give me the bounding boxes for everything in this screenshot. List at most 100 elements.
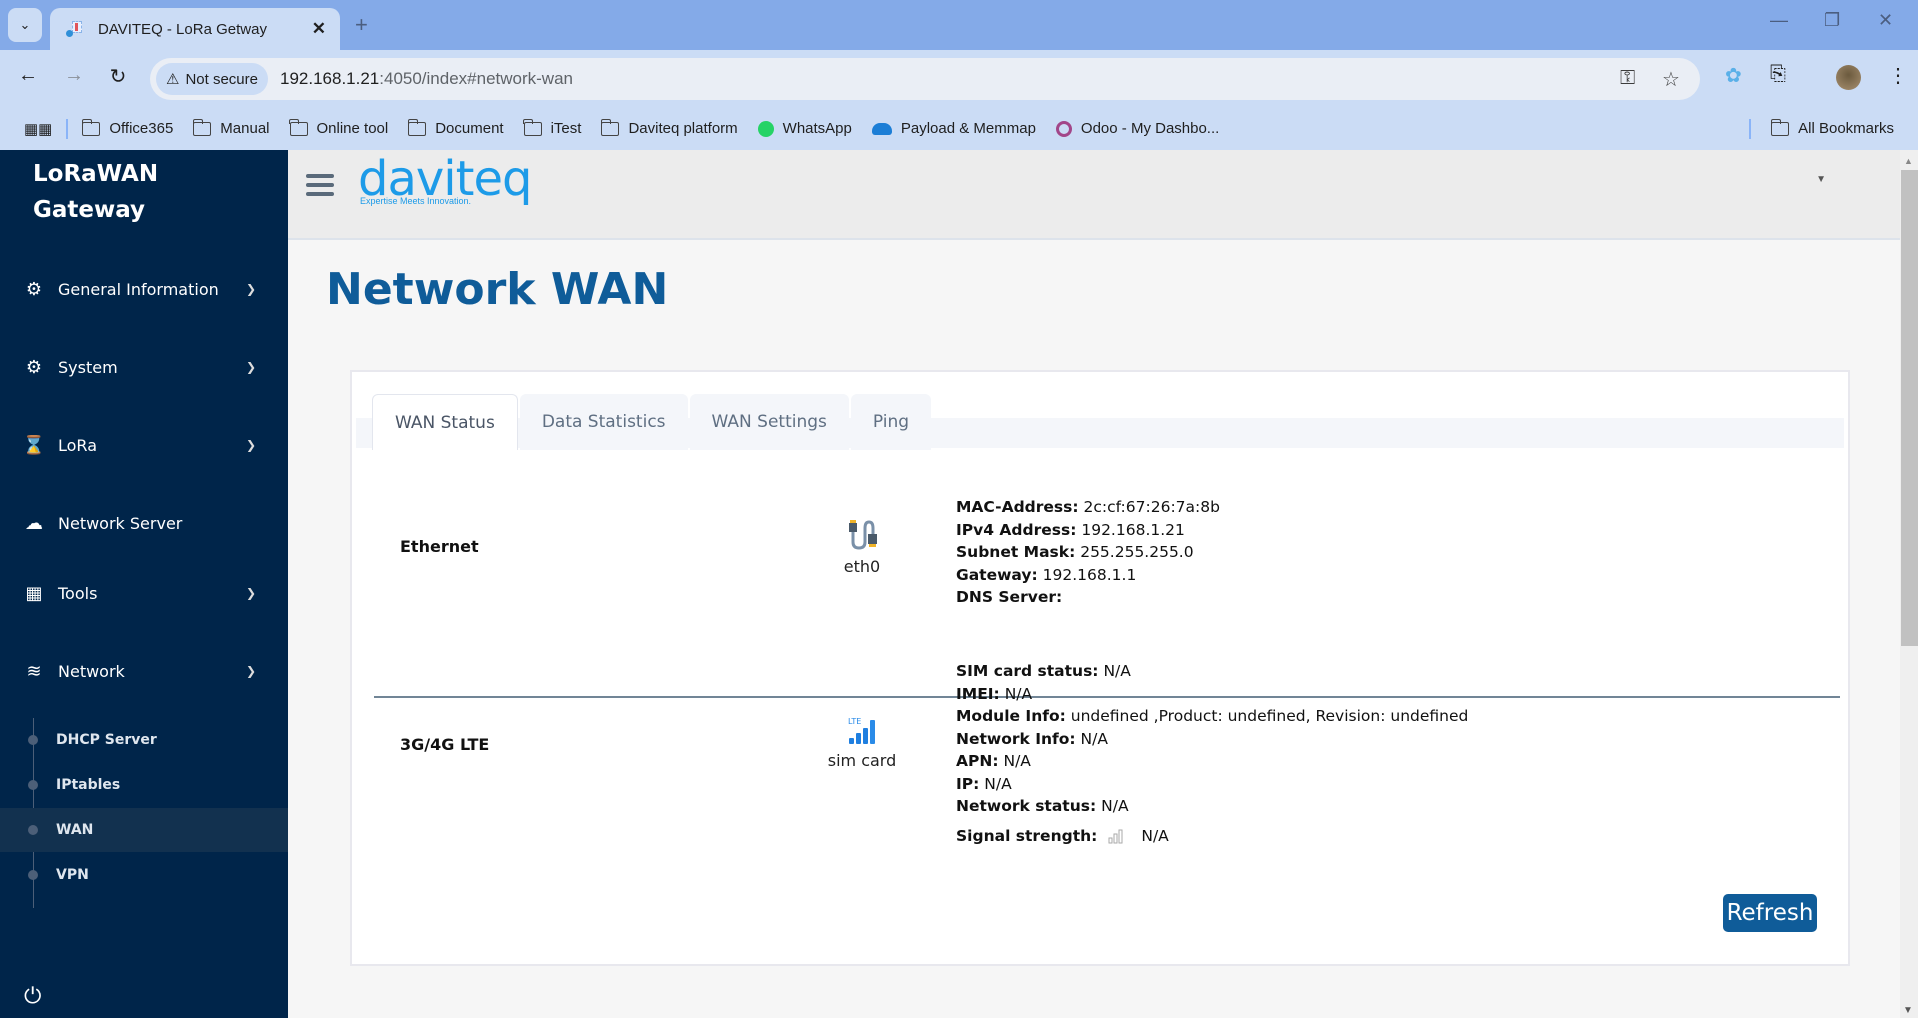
sidebar-item-label: Network	[58, 661, 125, 681]
signal-strength-icon	[1108, 829, 1123, 844]
info-value: 192.168.1.21	[1081, 520, 1185, 539]
profile-avatar[interactable]	[1836, 65, 1861, 90]
info-value: 2c:cf:67:26:7a:8b	[1083, 498, 1220, 516]
folder-icon	[407, 118, 427, 136]
all-bookmarks[interactable]: All Bookmarks	[1735, 118, 1894, 139]
info-value: N/A	[984, 774, 1012, 793]
top-header: daviteq Expertise Meets Innovation. ▼	[288, 150, 1900, 240]
info-key: Module Info:	[956, 707, 1066, 725]
tab-ping[interactable]: Ping	[850, 394, 932, 450]
cloud-network-icon: ☁	[25, 512, 43, 534]
wifi-icon: ≋	[26, 660, 42, 682]
tab-wan-status[interactable]: WAN Status	[372, 394, 518, 450]
sidebar-subitem-wan[interactable]: WAN	[0, 808, 288, 852]
chevron-down-icon: ❯	[245, 360, 257, 374]
sidebar-item-system[interactable]: ⚙ System ❯	[0, 347, 288, 387]
sidebar-item-lora[interactable]: ⌛ LoRa ❯	[0, 425, 288, 465]
info-key: Gateway:	[956, 565, 1038, 584]
folder-icon	[522, 118, 542, 136]
url-text[interactable]: 192.168.1.21:4050/index#network-wan	[280, 69, 573, 89]
sidebar-subitem-iptables[interactable]: IPtables	[0, 763, 288, 807]
sidebar-item-tools[interactable]: ▦ Tools ❯	[0, 573, 288, 613]
close-tab-icon[interactable]: ✕	[312, 19, 326, 39]
sidebar-subitem-dhcp-server[interactable]: DHCP Server	[0, 718, 288, 762]
password-key-icon[interactable]: ⚿	[1620, 67, 1635, 90]
info-value: N/A	[1141, 826, 1169, 845]
main-content: Network WAN WAN Status Data Statistics W…	[288, 242, 1900, 1018]
info-key: Network status:	[956, 797, 1097, 815]
info-row-network-status: Network status: N/A	[956, 795, 1468, 818]
hamburger-menu-icon[interactable]	[306, 174, 334, 201]
bookmark-online-tool[interactable]: Online tool	[288, 118, 388, 137]
bullet-dot	[28, 735, 38, 745]
bookmark-whatsapp[interactable]: WhatsApp	[757, 120, 852, 137]
tab-search-button[interactable]: ⌄	[8, 8, 42, 42]
info-key: APN:	[956, 752, 999, 770]
extension-elephant-icon[interactable]: ✿	[1725, 63, 1742, 88]
bookmark-daviteq-platform[interactable]: Daviteq platform	[600, 118, 738, 137]
folder-icon	[288, 118, 308, 136]
bookmark-odoo[interactable]: Odoo - My Dashbo...	[1055, 120, 1219, 137]
extensions-puzzle-icon[interactable]: ⎘	[1770, 63, 1786, 86]
page-scrollbar[interactable]: ▲ ▼	[1900, 150, 1918, 1018]
info-key: DNS Server:	[956, 588, 1063, 606]
browser-chrome: ⌄ DAVITEQ - LoRa Getway ✕ + — ❐ ✕ ← → ↻ …	[0, 0, 1918, 150]
address-bar[interactable]: ⚠ Not secure 192.168.1.21:4050/index#net…	[150, 58, 1700, 100]
sidebar-item-general-information[interactable]: ⚙ General Information ❯	[0, 269, 288, 309]
gear-icon: ⚙	[25, 356, 43, 378]
refresh-button[interactable]: Refresh	[1723, 894, 1817, 932]
info-row-signal-strength: Signal strength: N/A	[956, 825, 1468, 848]
logo-tagline: Expertise Meets Innovation.	[360, 196, 472, 206]
scroll-down-arrow-icon[interactable]: ▼	[1903, 1005, 1913, 1016]
info-row-apn: APN: N/A	[956, 750, 1468, 773]
bullet-dot	[28, 870, 38, 880]
security-label: Not secure	[185, 70, 258, 88]
bookmark-office365[interactable]: Office365	[81, 118, 173, 137]
info-value: 255.255.255.0	[1080, 543, 1194, 561]
sidebar-subitem-vpn[interactable]: VPN	[0, 853, 288, 897]
info-value: N/A	[1080, 729, 1108, 748]
info-row-sim-status: SIM card status: N/A	[956, 660, 1468, 683]
info-value: N/A	[1103, 662, 1131, 680]
bookmark-payload-memmap[interactable]: Payload & Memmap	[871, 120, 1036, 137]
browser-tab-active[interactable]: DAVITEQ - LoRa Getway ✕	[50, 8, 340, 50]
warning-icon: ⚠	[166, 71, 180, 88]
back-icon[interactable]: ←	[14, 64, 42, 87]
lte-info: SIM card status: N/A IMEI: N/A Module In…	[956, 660, 1468, 847]
info-row-gateway: Gateway: 192.168.1.1	[956, 564, 1220, 587]
bookmark-star-icon[interactable]: ☆	[1662, 67, 1680, 92]
restore-icon[interactable]: ❐	[1824, 10, 1840, 31]
bookmark-itest[interactable]: iTest	[522, 118, 581, 137]
info-row-dns: DNS Server:	[956, 586, 1220, 609]
scroll-thumb[interactable]	[1901, 170, 1918, 646]
user-dropdown-caret-icon[interactable]: ▼	[1816, 174, 1826, 185]
info-row-ipv4: IPv4 Address: 192.168.1.21	[956, 519, 1220, 542]
info-value: N/A	[1003, 752, 1031, 770]
new-tab-button[interactable]: +	[355, 12, 368, 38]
bookmark-label: Payload & Memmap	[900, 120, 1036, 137]
info-key: Signal strength:	[956, 826, 1098, 845]
bookmark-document[interactable]: Document	[407, 118, 504, 137]
minimize-icon[interactable]: —	[1770, 10, 1788, 31]
sidebar-item-network-server[interactable]: ☁ Network Server	[0, 503, 288, 543]
apps-grid-icon[interactable]: ▦▦	[24, 120, 52, 138]
window-close-icon[interactable]: ✕	[1878, 10, 1893, 31]
power-logout-icon[interactable]: ⏻	[24, 984, 41, 1009]
reload-icon[interactable]: ↻	[104, 64, 132, 89]
bookmarks-separator	[66, 118, 69, 139]
scroll-up-arrow-icon[interactable]: ▲	[1904, 156, 1913, 166]
forward-icon[interactable]: →	[60, 64, 88, 87]
sidebar-item-network[interactable]: ≋ Network ❯	[0, 651, 288, 691]
chevron-down-icon: ❯	[245, 586, 257, 600]
info-key: Subnet Mask:	[956, 543, 1076, 561]
menu-kebab-icon[interactable]: ⋮	[1888, 63, 1908, 88]
bookmark-manual[interactable]: Manual	[192, 118, 270, 137]
tab-wan-settings[interactable]: WAN Settings	[689, 394, 849, 450]
tab-data-statistics[interactable]: Data Statistics	[519, 394, 688, 450]
bookmarks-bar: ▦▦ Office365 Manual Online tool Document…	[0, 107, 1918, 150]
page-title: Network WAN	[326, 264, 669, 315]
bookmark-label: Daviteq platform	[628, 120, 738, 137]
security-chip[interactable]: ⚠ Not secure	[156, 63, 268, 95]
chevron-down-icon: ⌄	[19, 17, 31, 32]
lte-iface-name: sim card	[827, 751, 897, 770]
